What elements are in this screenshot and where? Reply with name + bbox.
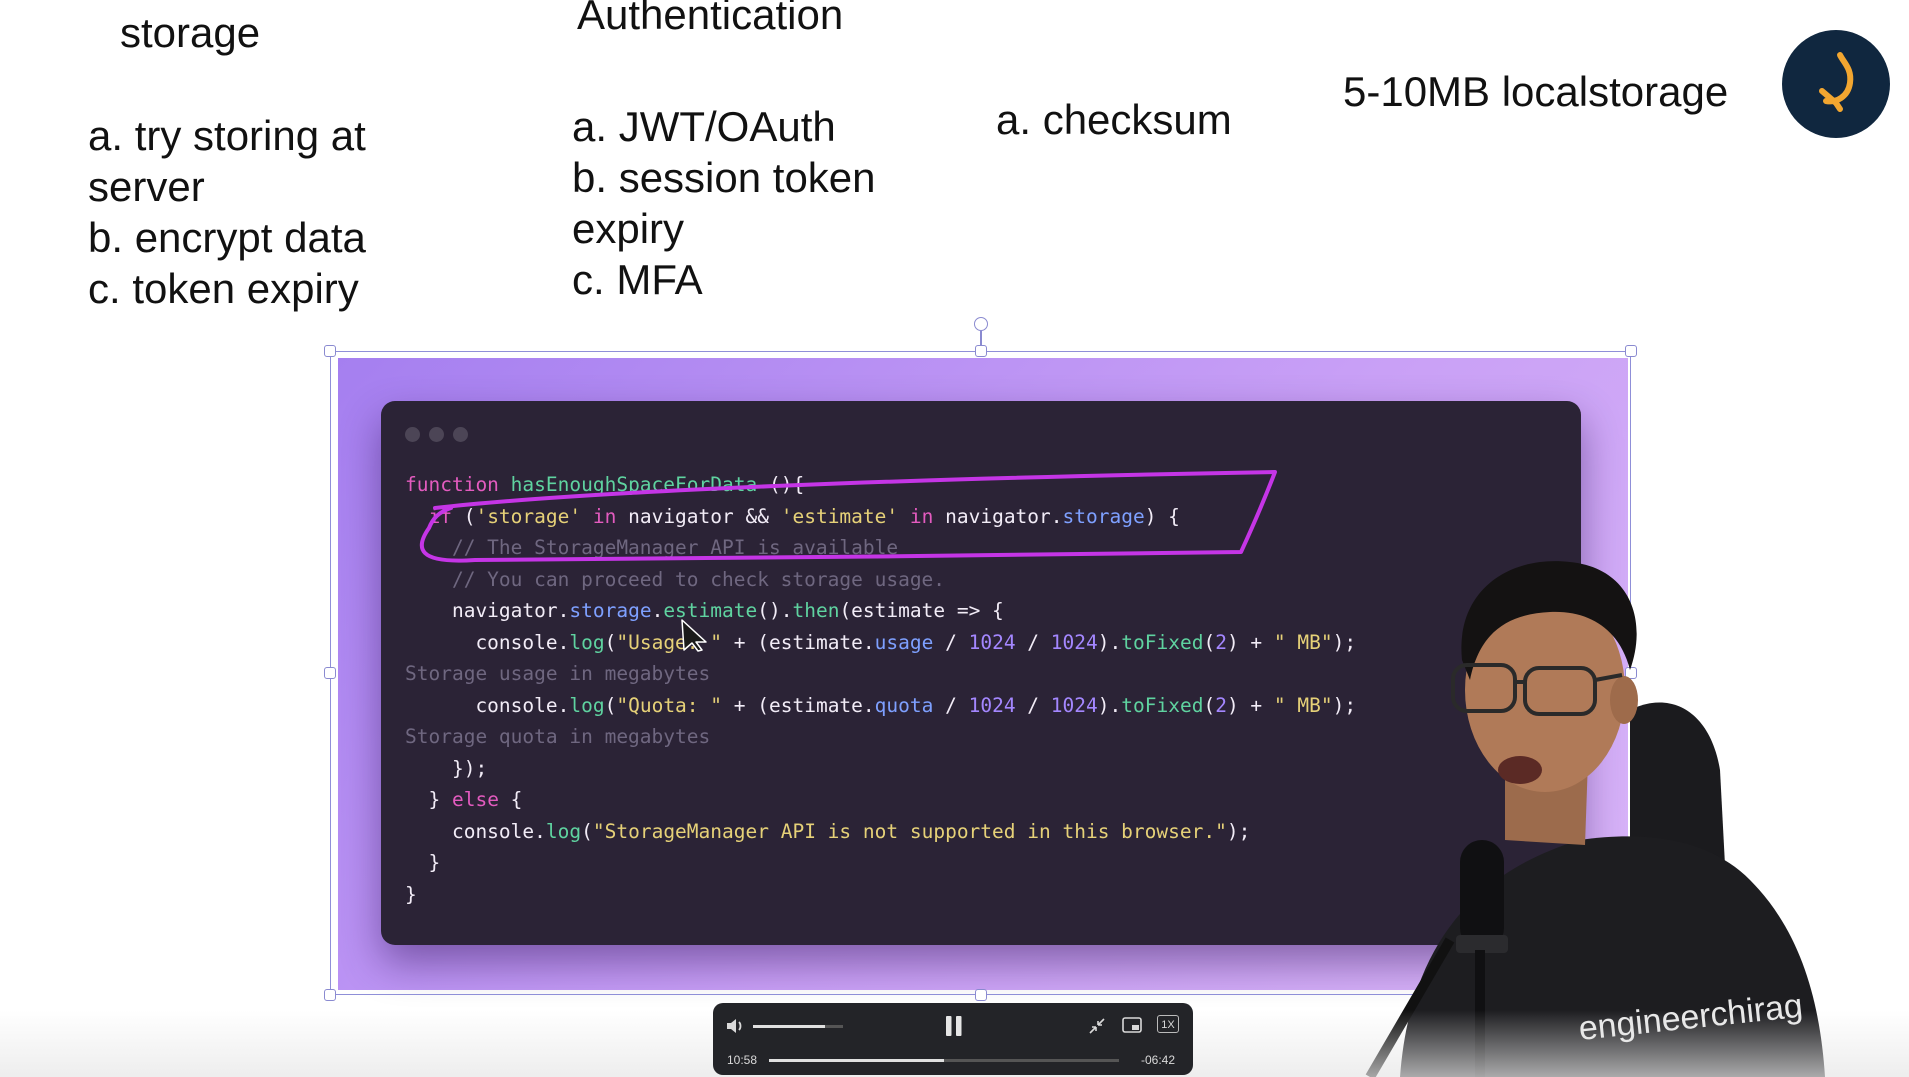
presenter-webcam: engineerchirag xyxy=(1330,540,1909,1077)
list-item: a. try storing at xyxy=(88,112,366,159)
volume-slider[interactable] xyxy=(753,1025,843,1028)
list-item: server xyxy=(88,163,205,210)
playback-speed-button[interactable]: 1X xyxy=(1157,1015,1179,1033)
list-item: a. checksum xyxy=(996,96,1232,143)
volume-level xyxy=(753,1025,825,1028)
slide-column-authentication: Authentication a. JWT/OAuth b. session t… xyxy=(572,0,876,305)
slide-column-integrity: a. checksum xyxy=(996,94,1232,145)
mouse-cursor-icon xyxy=(681,619,707,652)
resize-handle-left[interactable] xyxy=(324,667,336,679)
channel-logo-icon xyxy=(1819,52,1854,112)
seek-bar[interactable] xyxy=(769,1059,1119,1062)
seek-progress xyxy=(769,1059,944,1062)
list-item: b. encrypt data xyxy=(88,214,366,261)
video-controls: 1X 10:58 -06:42 xyxy=(713,1003,1193,1075)
resize-handle-bottom[interactable] xyxy=(975,989,987,1001)
list-item: c. token expiry xyxy=(88,265,359,312)
slide-column-storage-limit: 5-10MB localstorage xyxy=(1343,66,1728,117)
pause-icon[interactable] xyxy=(943,1014,965,1038)
resize-handle-top-right[interactable] xyxy=(1625,345,1637,357)
volume-icon[interactable] xyxy=(725,1017,745,1035)
channel-logo xyxy=(1782,30,1890,138)
resize-handle-top-left[interactable] xyxy=(324,345,336,357)
slide-column-storage: storage a. try storing at server b. encr… xyxy=(88,7,366,314)
resize-handle-bottom-left[interactable] xyxy=(324,989,336,1001)
rotation-handle[interactable] xyxy=(974,317,988,331)
playback-speed-label: 1X xyxy=(1161,1019,1175,1031)
exit-fullscreen-icon[interactable] xyxy=(1088,1017,1106,1035)
resize-handle-top[interactable] xyxy=(975,345,987,357)
presenter-figure: engineerchirag xyxy=(1365,561,1825,1077)
list-item: a. JWT/OAuth xyxy=(572,103,836,150)
column-heading: Authentication xyxy=(577,0,844,38)
list-item: c. MFA xyxy=(572,256,703,303)
current-time: 10:58 xyxy=(727,1053,758,1067)
list-item: expiry xyxy=(572,205,685,252)
list-item: 5-10MB localstorage xyxy=(1343,68,1729,115)
column-heading: storage xyxy=(120,9,261,56)
remaining-time: -06:42 xyxy=(1141,1053,1176,1067)
picture-in-picture-icon[interactable] xyxy=(1122,1016,1142,1034)
list-item: b. session token xyxy=(572,154,876,201)
